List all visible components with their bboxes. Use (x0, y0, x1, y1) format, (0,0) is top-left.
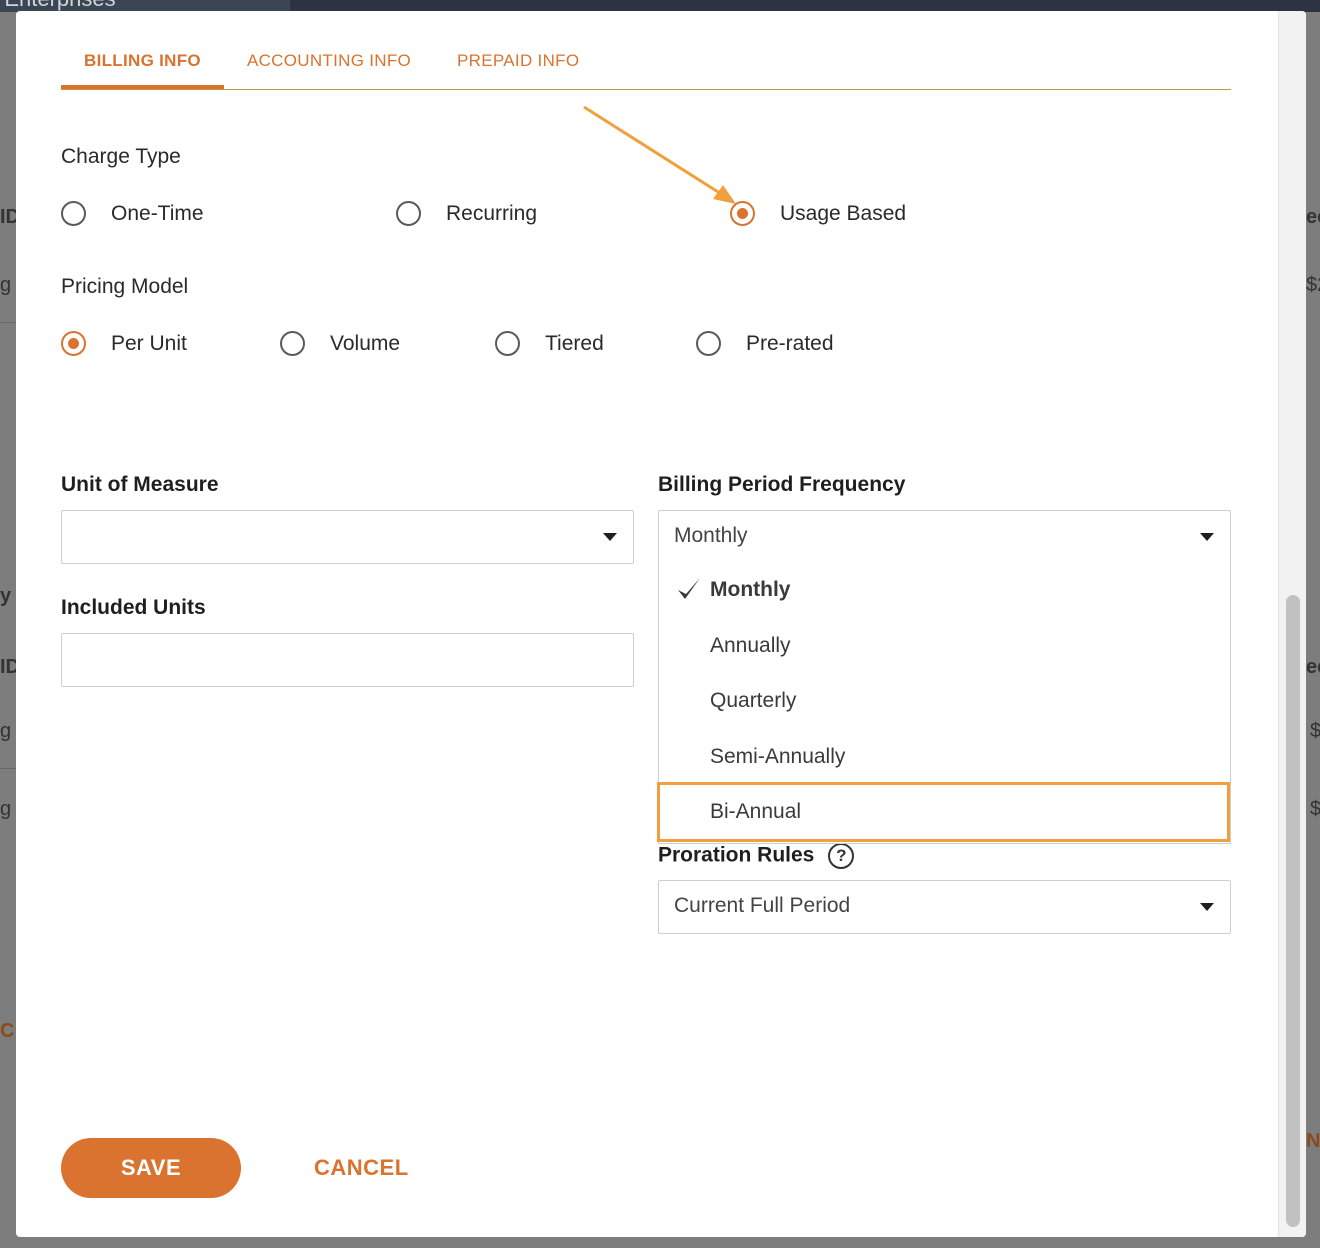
pricing-model-label: Pricing Model (61, 275, 189, 298)
charge-type-usage-based[interactable]: Usage Based (730, 201, 906, 226)
dropdown-option-label: Quarterly (710, 689, 797, 712)
background-fragment: y (0, 585, 12, 607)
radio-unchecked-icon (61, 201, 86, 226)
background-fragment: $ (1310, 798, 1320, 820)
billing-period-frequency-value: Monthly (674, 524, 748, 547)
radio-unchecked-icon (280, 331, 305, 356)
radio-checked-icon (730, 201, 755, 226)
billing-period-frequency-dropdown: Monthly Annually Quarterly Semi-Annually… (658, 563, 1231, 844)
dropdown-option-label: Semi-Annually (710, 745, 846, 768)
background-divider (0, 322, 16, 323)
dropdown-option-monthly[interactable]: Monthly (659, 563, 1230, 618)
background-fragment: C (0, 1020, 15, 1042)
modal-scrollbar-thumb[interactable] (1286, 595, 1300, 1227)
checkmark-icon (678, 578, 700, 599)
radio-unchecked-icon (696, 331, 721, 356)
dropdown-option-label: Bi-Annual (710, 800, 802, 823)
tab-accounting-info[interactable]: ACCOUNTING INFO (224, 41, 434, 89)
charge-type-recurring[interactable]: Recurring (396, 201, 537, 226)
radio-label: Volume (330, 331, 401, 355)
radio-label: One-Time (111, 201, 204, 225)
tab-prepaid-info[interactable]: PREPAID INFO (434, 41, 602, 89)
radio-unchecked-icon (396, 201, 421, 226)
billing-modal: BILLING INFO ACCOUNTING INFO PREPAID INF… (16, 11, 1306, 1237)
background-divider (0, 768, 16, 769)
proration-rules-label: Proration Rules? (658, 843, 855, 869)
proration-rules-select[interactable]: Current Full Period (658, 880, 1231, 934)
save-button[interactable]: SAVE (61, 1138, 241, 1198)
dropdown-option-label: Monthly (710, 578, 791, 601)
included-units-input[interactable] (61, 633, 634, 687)
dropdown-option-quarterly[interactable]: Quarterly (659, 674, 1230, 729)
included-units-label: Included Units (61, 596, 206, 619)
background-fragment: N (1306, 1130, 1320, 1152)
radio-unchecked-icon (495, 331, 520, 356)
background-fragment: ID (0, 656, 16, 678)
pricing-model-volume[interactable]: Volume (280, 331, 400, 356)
radio-label: Tiered (545, 331, 604, 355)
background-fragment: g (0, 274, 12, 296)
dropdown-option-label: Annually (710, 634, 791, 657)
billing-period-frequency-label: Billing Period Frequency (658, 473, 906, 496)
proration-rules-value: Current Full Period (674, 894, 851, 917)
caret-down-icon (1200, 903, 1214, 911)
radio-label: Recurring (446, 201, 538, 225)
background-fragment: $ (1310, 720, 1320, 742)
background-fragment: ec (1306, 656, 1320, 678)
dropdown-option-semi-annually[interactable]: Semi-Annually (659, 730, 1230, 785)
caret-down-icon (1200, 533, 1214, 541)
dropdown-option-annually[interactable]: Annually (659, 619, 1230, 674)
tab-bar: BILLING INFO ACCOUNTING INFO PREPAID INF… (61, 41, 1231, 90)
unit-of-measure-select[interactable] (61, 510, 634, 564)
help-icon[interactable]: ? (828, 843, 855, 869)
dropdown-option-bi-annual[interactable]: Bi-Annual (659, 785, 1230, 840)
radio-checked-icon (61, 331, 86, 356)
background-fragment: g (0, 720, 12, 742)
tab-billing-info[interactable]: BILLING INFO (61, 41, 224, 89)
background-fragment: ID (0, 206, 16, 228)
modal-scrollbar-track[interactable] (1278, 11, 1306, 1237)
background-fragment: g (0, 798, 12, 820)
caret-down-icon (603, 533, 617, 541)
radio-label: Usage Based (780, 201, 907, 225)
charge-type-label: Charge Type (61, 145, 181, 168)
annotation-arrow-icon (583, 105, 736, 204)
radio-label: Pre-rated (746, 331, 834, 355)
unit-of-measure-label: Unit of Measure (61, 473, 219, 496)
pricing-model-tiered[interactable]: Tiered (495, 331, 604, 356)
pricing-model-pre-rated[interactable]: Pre-rated (696, 331, 834, 356)
background-fragment: $2 (1306, 274, 1320, 296)
background-fragment: ec (1306, 206, 1320, 228)
charge-type-one-time[interactable]: One-Time (61, 201, 204, 226)
cancel-button[interactable]: CANCEL (314, 1138, 409, 1198)
radio-label: Per Unit (111, 331, 187, 355)
proration-rules-label-text: Proration Rules (658, 843, 815, 867)
billing-period-frequency-select[interactable]: Monthly (658, 510, 1231, 564)
pricing-model-per-unit[interactable]: Per Unit (61, 331, 187, 356)
